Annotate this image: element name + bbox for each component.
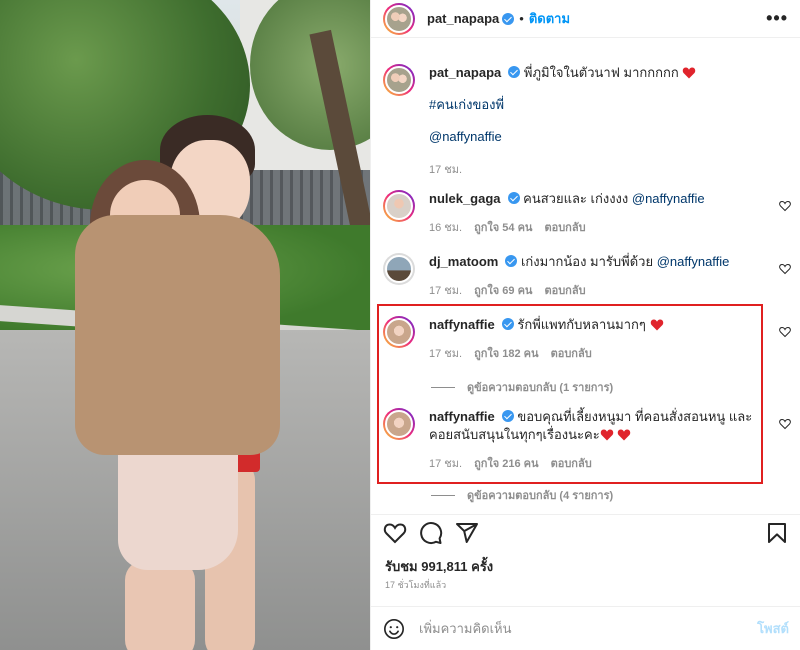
instagram-post: pat_napapa • ติดตาม ••• pat_napapa พี่ภู…: [0, 0, 800, 650]
red-heart-emoji-icon: [600, 429, 613, 441]
post-button[interactable]: โพสต์: [757, 618, 789, 639]
post-time: 17 ชั่วโมงที่แล้ว: [385, 580, 447, 590]
comment-likes[interactable]: ถูกใจ 182 คน: [474, 348, 538, 360]
photo-person: [75, 215, 280, 455]
comment-username[interactable]: naffynaffie: [429, 409, 495, 424]
comment-item: naffynaffie รักพี่แพทกับหลานมากๆ 17 ชม. ถ…: [371, 316, 800, 362]
comment-item: naffynaffie ขอบคุณที่เลี้ยงหนูมา ที่คอนส…: [371, 408, 800, 472]
avatar[interactable]: [383, 2, 415, 35]
avatar[interactable]: [383, 190, 415, 222]
like-heart-icon[interactable]: [779, 326, 791, 338]
red-heart-emoji-icon: [650, 319, 663, 331]
like-heart-icon[interactable]: [383, 521, 407, 545]
verified-badge-icon: [501, 318, 514, 330]
verified-badge-icon: [501, 410, 514, 422]
comment-item: dj_matoom เก่งมากน้อง มารับพี่ด้วย @naff…: [371, 253, 800, 299]
photo-person: [125, 560, 195, 650]
action-bar: [371, 514, 800, 550]
comment-text: คนสวยและ เก่งงงง: [523, 191, 629, 206]
verified-badge-icon: [502, 12, 515, 25]
like-heart-icon[interactable]: [779, 418, 791, 430]
share-icon[interactable]: [455, 521, 479, 545]
emoji-icon[interactable]: [383, 618, 405, 640]
comment-input[interactable]: เพิ่มความคิดเห็น: [419, 618, 757, 639]
caption-hashtag[interactable]: #คนเก่งของพี่: [429, 97, 504, 112]
verified-badge-icon: [507, 192, 520, 204]
reply-button[interactable]: ตอบกลับ: [544, 222, 585, 234]
caption-username[interactable]: pat_napapa: [429, 65, 501, 80]
avatar[interactable]: [383, 253, 415, 285]
view-replies-label: ดูข้อความตอบกลับ (4 รายการ): [467, 490, 614, 502]
separator-dot: •: [519, 11, 524, 26]
post-header: pat_napapa • ติดตาม •••: [371, 0, 800, 38]
caption-mention[interactable]: @naffynaffie: [429, 129, 502, 144]
comment-item: nulek_gaga คนสวยและ เก่งงงง @naffynaffie…: [371, 190, 800, 236]
comment-time: 16 ชม.: [429, 222, 463, 234]
bookmark-icon[interactable]: [765, 521, 789, 545]
comment-mention[interactable]: @naffynaffie: [632, 191, 705, 206]
avatar[interactable]: [383, 64, 415, 96]
caption: pat_napapa พี่ภูมิใจในตัวนาฟ มากกกกก #คน…: [371, 64, 800, 178]
verified-badge-icon: [505, 255, 518, 267]
comment-username[interactable]: nulek_gaga: [429, 191, 501, 206]
reply-button[interactable]: ตอบกลับ: [544, 285, 585, 297]
comment-likes[interactable]: ถูกใจ 216 คน: [474, 458, 538, 470]
red-heart-emoji-icon: [683, 67, 696, 79]
comment-text: รักพี่แพทกับหลานมากๆ: [517, 317, 646, 332]
follow-button[interactable]: ติดตาม: [529, 8, 570, 29]
comment-text: เก่งมากน้อง มารับพี่ด้วย: [520, 254, 654, 269]
caption-time: 17 ชม.: [429, 164, 463, 176]
like-heart-icon[interactable]: [779, 200, 791, 212]
comments-list[interactable]: pat_napapa พี่ภูมิใจในตัวนาฟ มากกกกก #คน…: [371, 48, 800, 510]
avatar[interactable]: [383, 316, 415, 348]
reply-button[interactable]: ตอบกลับ: [551, 458, 592, 470]
view-count[interactable]: รับชม 991,811 ครั้ง: [385, 556, 493, 577]
avatar[interactable]: [383, 408, 415, 440]
caption-text: พี่ภูมิใจในตัวนาฟ มากกกกก: [523, 65, 679, 80]
comment-likes[interactable]: ถูกใจ 69 คน: [474, 285, 532, 297]
comment-username[interactable]: naffynaffie: [429, 317, 495, 332]
comment-time: 17 ชม.: [429, 285, 463, 297]
view-replies-button[interactable]: ดูข้อความตอบกลับ (4 รายการ): [431, 486, 613, 504]
reply-button[interactable]: ตอบกลับ: [551, 348, 592, 360]
view-replies-label: ดูข้อความตอบกลับ (1 รายการ): [467, 382, 614, 394]
more-options-icon[interactable]: •••: [766, 8, 788, 29]
comment-likes[interactable]: ถูกใจ 54 คน: [474, 222, 532, 234]
replies-line: [431, 386, 455, 388]
red-heart-emoji-icon: [618, 429, 631, 441]
replies-line: [431, 494, 455, 496]
like-heart-icon[interactable]: [779, 263, 791, 275]
add-comment-bar: เพิ่มความคิดเห็น โพสต์: [371, 606, 800, 650]
comment-time: 17 ชม.: [429, 458, 463, 470]
view-replies-button[interactable]: ดูข้อความตอบกลับ (1 รายการ): [431, 378, 613, 396]
author-username[interactable]: pat_napapa: [427, 11, 499, 26]
post-panel: pat_napapa • ติดตาม ••• pat_napapa พี่ภู…: [370, 0, 800, 650]
comment-icon[interactable]: [419, 521, 443, 545]
comment-time: 17 ชม.: [429, 348, 463, 360]
comment-username[interactable]: dj_matoom: [429, 254, 498, 269]
comment-mention[interactable]: @naffynaffie: [657, 254, 730, 269]
post-photo[interactable]: [0, 0, 370, 650]
verified-badge-icon: [508, 66, 521, 78]
